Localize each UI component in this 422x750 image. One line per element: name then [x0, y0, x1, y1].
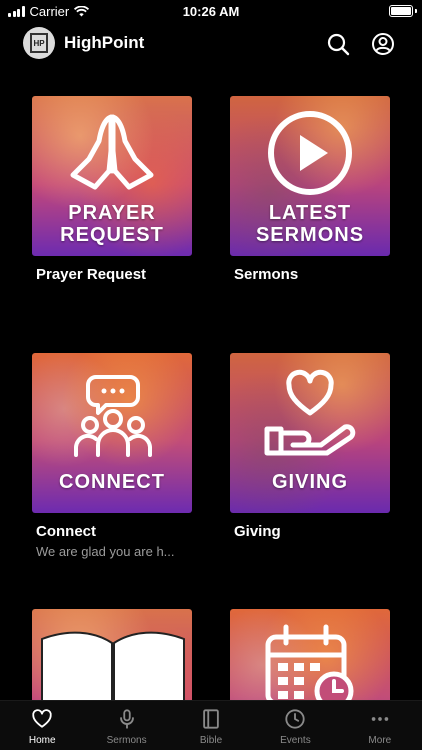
- sermons-tile[interactable]: LATEST SERMONS: [230, 96, 390, 256]
- search-icon[interactable]: [326, 32, 350, 56]
- status-time: 10:26 AM: [182, 4, 240, 19]
- card-title: Connect: [36, 523, 96, 540]
- tab-label: Bible: [199, 735, 223, 746]
- tab-events[interactable]: Events: [253, 701, 337, 750]
- more-dots-icon: [371, 717, 389, 721]
- group-chat-icon: [74, 375, 152, 457]
- tile-line-2: GIVING: [271, 471, 348, 493]
- app-logo-mark: HP: [30, 33, 48, 53]
- praying-hands-icon: [70, 114, 154, 190]
- tab-label: Sermons: [106, 735, 147, 746]
- tab-sermons[interactable]: Sermons: [84, 701, 168, 750]
- tab-label: Home: [28, 735, 56, 746]
- calendar-clock-icon: [265, 624, 354, 709]
- card-giving[interactable]: GIVING Giving: [230, 353, 390, 540]
- tab-label: More: [368, 735, 392, 746]
- card-sermons[interactable]: LATEST SERMONS Sermons: [230, 96, 390, 283]
- book-icon: [203, 709, 219, 729]
- tab-bible[interactable]: Bible: [169, 701, 253, 750]
- card-title: Giving: [234, 523, 281, 540]
- microphone-icon: [119, 709, 134, 729]
- tab-more[interactable]: More: [338, 701, 422, 750]
- tab-bar: Home Sermons Bible Events More: [0, 700, 422, 750]
- prayer-request-tile[interactable]: PRAYER REQUEST: [32, 96, 192, 256]
- tab-home[interactable]: Home: [0, 701, 84, 750]
- card-connect[interactable]: CONNECT Connect We are glad you are h...: [32, 353, 192, 559]
- battery-icon: [389, 5, 413, 17]
- card-subtitle: We are glad you are h...: [36, 544, 175, 559]
- app-title: HighPoint: [64, 33, 145, 52]
- clock-icon: [285, 709, 306, 729]
- app-header: HP HighPoint: [0, 26, 422, 62]
- play-icon: [268, 111, 352, 195]
- battery-tip: [415, 9, 417, 13]
- account-icon[interactable]: [371, 32, 395, 56]
- card-prayer-request[interactable]: PRAYER REQUEST Prayer Request: [32, 96, 192, 283]
- app-logo[interactable]: HP: [23, 27, 55, 59]
- card-title: Sermons: [234, 266, 299, 283]
- heart-icon: [32, 709, 52, 728]
- tile-line-1: PRAYER: [68, 202, 156, 224]
- tile-line-2: SERMONS: [255, 224, 365, 246]
- tile-line-2: CONNECT: [59, 471, 165, 493]
- tab-label: Events: [280, 735, 311, 746]
- tile-line-2: REQUEST: [60, 224, 164, 246]
- card-title: Prayer Request: [36, 266, 147, 283]
- heart-hand-icon: [264, 369, 356, 456]
- giving-tile[interactable]: GIVING: [230, 353, 390, 513]
- connect-tile[interactable]: CONNECT: [32, 353, 192, 513]
- tile-line-1: LATEST: [268, 202, 352, 224]
- status-bar: Carrier 10:26 AM: [0, 0, 422, 24]
